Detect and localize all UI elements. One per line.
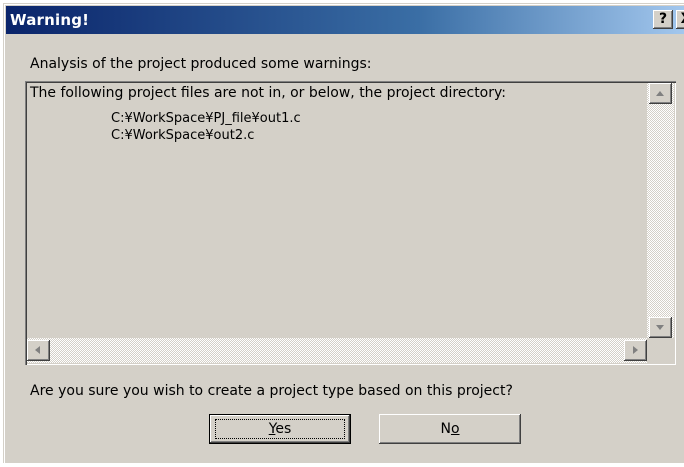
question-label: Are you sure you wish to create a projec…	[30, 383, 513, 399]
warning-path-1: C:¥WorkSpace¥PJ_file¥out1.c	[111, 111, 301, 126]
close-icon: X	[681, 11, 684, 27]
arrow-left-icon	[35, 346, 40, 354]
close-button[interactable]: X	[676, 10, 684, 29]
yes-button-label: Yes	[268, 421, 292, 437]
scroll-down-button[interactable]	[649, 317, 672, 338]
title-bar[interactable]: Warning! ? X	[6, 6, 684, 34]
warnings-textbox[interactable]: The following project files are not in, …	[25, 81, 676, 365]
no-button[interactable]: No	[379, 414, 521, 444]
warnings-text: The following project files are not in, …	[30, 85, 506, 145]
scroll-left-button[interactable]	[27, 340, 50, 361]
arrow-right-icon	[633, 346, 638, 354]
yes-button[interactable]: Yes	[209, 414, 351, 444]
scroll-corner	[647, 338, 674, 363]
scroll-right-button[interactable]	[624, 340, 647, 361]
help-icon: ?	[658, 11, 668, 27]
warnings-header: The following project files are not in, …	[30, 85, 506, 101]
horizontal-scrollbar[interactable]	[27, 338, 647, 363]
vertical-scrollbar[interactable]	[647, 83, 674, 338]
dialog-title: Warning!	[10, 11, 90, 29]
arrow-up-icon	[656, 91, 664, 96]
warning-path-2: C:¥WorkSpace¥out2.c	[111, 128, 255, 143]
intro-label: Analysis of the project produced some wa…	[30, 56, 372, 72]
scroll-up-button[interactable]	[649, 83, 672, 104]
help-button[interactable]: ?	[653, 10, 673, 29]
arrow-down-icon	[656, 325, 664, 330]
no-button-label: No	[440, 421, 460, 437]
